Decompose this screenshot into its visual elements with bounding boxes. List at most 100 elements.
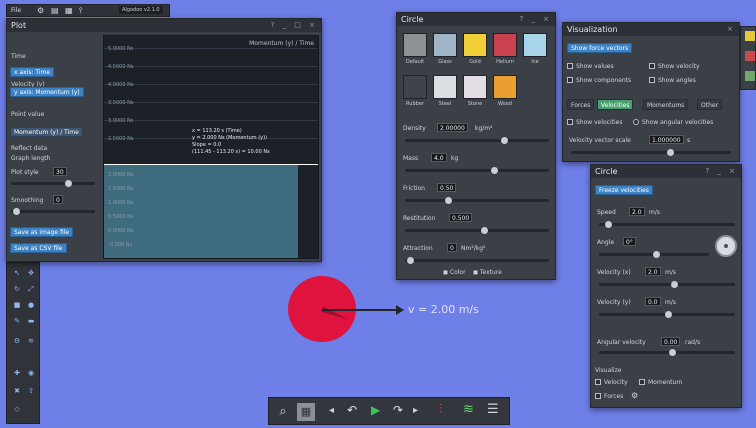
tab-velocities[interactable]: Velocities: [597, 99, 634, 110]
tab-forces[interactable]: Forces: [567, 99, 595, 110]
texture-option[interactable]: ◼ Texture: [473, 269, 502, 276]
restitution-field[interactable]: 0.500: [449, 213, 473, 222]
scale-tool-icon[interactable]: ⤢: [27, 285, 35, 293]
slider-thumb[interactable]: [13, 208, 20, 215]
freeze-velocities-button[interactable]: Freeze velocities: [595, 185, 653, 195]
velocity-x-field[interactable]: 2.0: [645, 267, 661, 276]
select-tool-icon[interactable]: ↖: [13, 269, 21, 277]
attraction-slider[interactable]: [405, 257, 549, 264]
slider-thumb[interactable]: [491, 167, 498, 174]
slider-thumb[interactable]: [669, 349, 676, 356]
mass-field[interactable]: 4.0: [431, 153, 447, 162]
velocity-x-slider[interactable]: [599, 281, 735, 288]
vector-scale-field[interactable]: 1.000000: [649, 135, 684, 144]
color-option[interactable]: ◼ Color: [443, 269, 466, 276]
vector-scale-slider[interactable]: [571, 149, 731, 156]
restitution-slider[interactable]: [405, 227, 549, 234]
spring-tool-icon[interactable]: ≋: [27, 337, 35, 345]
speed-slider[interactable]: [599, 221, 735, 228]
undo-icon[interactable]: ↶: [347, 403, 357, 417]
friction-field[interactable]: 0.50: [437, 183, 457, 192]
gear-icon[interactable]: ⚙: [37, 6, 44, 15]
layout-icon[interactable]: ▦: [65, 6, 73, 15]
material-swatch[interactable]: [433, 33, 457, 57]
save-csv-button[interactable]: Save as CSV file: [10, 243, 67, 253]
poly-tool-icon[interactable]: ✎: [13, 317, 21, 325]
step-back-icon[interactable]: ◂: [329, 405, 334, 416]
palette-swatch[interactable]: [745, 31, 755, 41]
momentum-axis-button[interactable]: Momentum (y) / Time: [10, 127, 83, 137]
plane-tool-icon[interactable]: ▬: [27, 317, 35, 325]
save-icon[interactable]: ▤: [51, 6, 59, 15]
slider-thumb[interactable]: [501, 137, 508, 144]
visualize-velocity-checkbox[interactable]: [595, 379, 601, 385]
plot-length-field[interactable]: 30: [53, 167, 67, 176]
show-angles-checkbox[interactable]: [649, 77, 655, 83]
x-axis-button[interactable]: x axis: Time: [10, 67, 55, 77]
show-velocity-checkbox[interactable]: [649, 63, 655, 69]
visualize-momentum-checkbox[interactable]: [639, 379, 645, 385]
plot-area[interactable]: Momentum (y) / Time 5.0000 Ns 4.5000 Ns …: [103, 35, 319, 259]
thermometer-icon[interactable]: ⫯: [79, 6, 82, 16]
mass-slider[interactable]: [405, 167, 549, 174]
save-image-button[interactable]: Save as image file: [10, 227, 74, 237]
smoothing-field[interactable]: 0: [53, 195, 63, 204]
velocity-y-slider[interactable]: [599, 311, 735, 318]
visualize-forces-checkbox[interactable]: [595, 393, 601, 399]
material-swatch[interactable]: [493, 33, 517, 57]
zoom-icon[interactable]: ⌕: [274, 403, 292, 421]
slider-thumb[interactable]: [671, 281, 678, 288]
angular-velocity-slider[interactable]: [599, 349, 735, 356]
y-axis-button[interactable]: y axis: Momentum (y): [10, 87, 84, 97]
material-swatch[interactable]: [463, 33, 487, 57]
speed-field[interactable]: 2.0: [629, 207, 645, 216]
fixate-tool-icon[interactable]: ✖: [13, 387, 21, 395]
step-forward-icon[interactable]: ▸: [413, 405, 418, 416]
material-swatch[interactable]: [463, 75, 487, 99]
window-buttons[interactable]: ×: [727, 23, 736, 36]
list-icon[interactable]: ☰: [487, 402, 499, 417]
slider-thumb[interactable]: [665, 311, 672, 318]
tab-momentums[interactable]: Momentums: [643, 99, 689, 110]
material-swatch[interactable]: [403, 33, 427, 57]
move-tool-icon[interactable]: ✥: [27, 269, 35, 277]
redo-icon[interactable]: ↷: [393, 403, 403, 417]
graph-icon[interactable]: ≋: [463, 402, 474, 417]
window-buttons[interactable]: ? _ □ ×: [271, 19, 318, 32]
laser-tool-icon[interactable]: ◇: [13, 405, 21, 413]
show-components-checkbox[interactable]: [567, 77, 573, 83]
slider-thumb[interactable]: [481, 227, 488, 234]
slider-thumb[interactable]: [667, 149, 674, 156]
material-swatch[interactable]: [403, 75, 427, 99]
window-buttons[interactable]: ? _ ×: [519, 13, 552, 26]
box-tool-icon[interactable]: ■: [13, 301, 21, 309]
attraction-field[interactable]: 0: [447, 243, 457, 252]
play-icon[interactable]: ▶: [371, 403, 380, 417]
palette-swatch[interactable]: [745, 51, 755, 61]
angle-slider[interactable]: [599, 251, 709, 258]
rotate-tool-icon[interactable]: ↻: [13, 285, 21, 293]
slider-thumb[interactable]: [445, 197, 452, 204]
scene-name-field[interactable]: Algodoo v2.1.0: [119, 6, 163, 14]
gear-tool-icon[interactable]: ⚙: [13, 337, 21, 345]
forces-settings-icon[interactable]: ⚙: [631, 391, 638, 400]
show-values-checkbox[interactable]: [567, 63, 573, 69]
friction-slider[interactable]: [405, 197, 549, 204]
velocity-y-field[interactable]: 0.0: [645, 297, 661, 306]
circle-tool-icon[interactable]: ●: [27, 301, 35, 309]
angular-velocity-field[interactable]: 0.00: [661, 337, 681, 346]
file-menu[interactable]: File: [11, 7, 21, 14]
thruster-tool-icon[interactable]: ⇧: [27, 387, 35, 395]
tab-other[interactable]: Other: [697, 99, 723, 110]
palette-swatch[interactable]: [745, 71, 755, 81]
plot-length-slider[interactable]: [11, 180, 95, 187]
chart-icon[interactable]: ⫶: [439, 402, 442, 417]
grid-icon[interactable]: ▦: [297, 403, 315, 421]
material-swatch[interactable]: [493, 75, 517, 99]
material-swatch[interactable]: [433, 75, 457, 99]
slider-thumb[interactable]: [605, 221, 612, 228]
material-swatch[interactable]: [523, 33, 547, 57]
slider-thumb[interactable]: [407, 257, 414, 264]
show-angular-velocities-radio[interactable]: [633, 119, 639, 125]
density-slider[interactable]: [405, 137, 549, 144]
